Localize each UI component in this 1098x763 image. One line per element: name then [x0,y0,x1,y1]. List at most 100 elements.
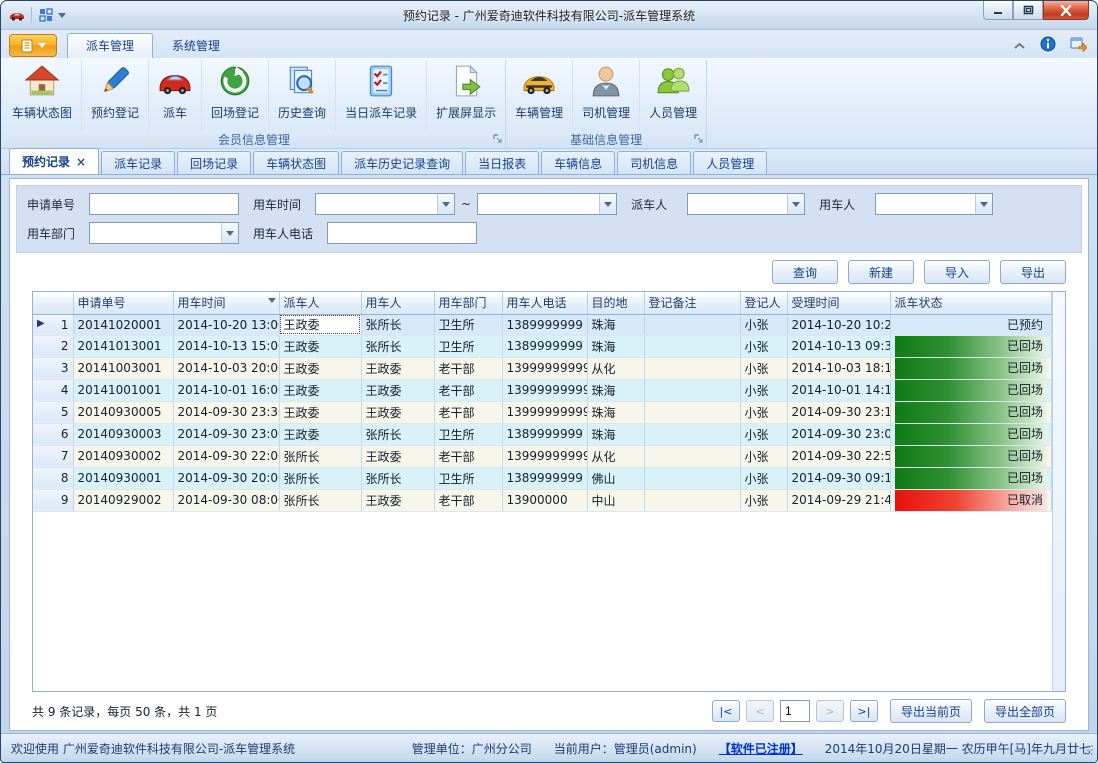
cell-apply-no[interactable]: 20141013001 [73,335,173,357]
doc-tab-driver-info[interactable]: 司机信息 [617,151,691,174]
cell-remark[interactable] [644,314,740,335]
cell-phone[interactable]: 1389999999 [502,423,587,445]
cell-use-time[interactable]: 2014-10-03 20:00 [173,357,279,379]
row-header-cell[interactable]: 7 [33,445,73,467]
last-page-button[interactable]: >| [850,700,878,722]
cell-phone[interactable]: 13999999999 [502,379,587,401]
chevron-down-icon[interactable] [975,194,992,214]
resize-grip-icon[interactable] [1082,744,1094,759]
cell-dispatcher[interactable]: 王政委 [279,401,361,423]
cell-dept[interactable]: 老干部 [434,401,502,423]
cell-destination[interactable]: 中山 [587,489,644,511]
dispatcher-combo[interactable] [687,193,805,215]
cell-registrar[interactable]: 小张 [740,401,787,423]
cell-destination[interactable]: 珠海 [587,379,644,401]
doc-tab-return-records[interactable]: 回场记录 [177,151,251,174]
minimize-button[interactable] [983,1,1013,20]
doc-tab-vehicle-status-map[interactable]: 车辆状态图 [253,151,339,174]
cell-user[interactable]: 王政委 [361,357,434,379]
cell-destination[interactable]: 从化 [587,357,644,379]
cell-dispatcher[interactable]: 王政委 [279,357,361,379]
column-header-apply-no[interactable]: 申请单号 [73,292,173,314]
table-row[interactable]: 8201409300012014-09-30 20:00张所长张所长卫生所138… [33,467,1052,489]
cell-status[interactable]: 已回场 [890,401,1052,423]
reservation-register-button[interactable]: 预约登记 [82,60,149,131]
close-button[interactable] [1043,1,1089,20]
table-row[interactable]: 2201410130012014-10-13 15:00王政委张所长卫生所138… [33,335,1052,357]
cell-status[interactable]: 已回场 [890,467,1052,489]
cell-status[interactable]: 已回场 [890,423,1052,445]
cell-registrar[interactable]: 小张 [740,423,787,445]
cell-accept-time[interactable]: 2014-09-30 09:17 [787,467,890,489]
chevron-up-icon[interactable] [1013,39,1026,53]
cell-apply-no[interactable]: 20140929002 [73,489,173,511]
cell-registrar[interactable]: 小张 [740,335,787,357]
cell-accept-time[interactable]: 2014-09-30 23:14 [787,401,890,423]
cell-accept-time[interactable]: 2014-09-30 23:05 [787,423,890,445]
cell-use-time[interactable]: 2014-09-30 23:00 [173,423,279,445]
column-header-status[interactable]: 派车状态 [890,292,1052,314]
history-query-button[interactable]: 历史查询 [269,60,336,131]
cell-destination[interactable]: 珠海 [587,423,644,445]
info-icon[interactable] [1040,36,1056,55]
chevron-down-icon[interactable] [787,194,804,214]
cell-dept[interactable]: 老干部 [434,357,502,379]
apply-no-input[interactable] [89,193,239,215]
cell-phone[interactable]: 13999999999 [502,357,587,379]
next-page-button[interactable]: > [816,700,844,722]
cell-dispatcher[interactable]: 张所长 [279,467,361,489]
maximize-button[interactable] [1013,1,1043,20]
column-header-registrar[interactable]: 登记人 [740,292,787,314]
cell-apply-no[interactable]: 20141003001 [73,357,173,379]
cell-destination[interactable]: 珠海 [587,335,644,357]
cell-dispatcher[interactable]: 张所长 [279,445,361,467]
cell-apply-no[interactable]: 20140930005 [73,401,173,423]
cell-accept-time[interactable]: 2014-10-03 18:11 [787,357,890,379]
column-header-user[interactable]: 用车人 [361,292,434,314]
cell-registrar[interactable]: 小张 [740,357,787,379]
cell-status[interactable]: 已回场 [890,357,1052,379]
cell-dispatcher[interactable]: 王政委 [279,379,361,401]
dialog-launcher-icon[interactable] [493,132,502,146]
cell-remark[interactable] [644,467,740,489]
cell-remark[interactable] [644,489,740,511]
cell-status[interactable]: 已取消 [890,489,1052,511]
cell-status[interactable]: 已预约 [890,314,1052,335]
first-page-button[interactable]: |< [712,700,740,722]
cell-remark[interactable] [644,401,740,423]
cell-registrar[interactable]: 小张 [740,445,787,467]
cell-use-time[interactable]: 2014-10-13 15:00 [173,335,279,357]
table-row[interactable]: 9201409290022014-09-30 08:00张所长王政委老干部139… [33,489,1052,511]
cell-remark[interactable] [644,357,740,379]
software-registered-link[interactable]: 【软件已注册】 [719,740,803,757]
cell-user[interactable]: 王政委 [361,489,434,511]
row-header-cell[interactable]: 4 [33,379,73,401]
table-row[interactable]: ▶1201410200012014-10-20 13:00王政委张所长卫生所13… [33,314,1052,335]
cell-user[interactable]: 王政委 [361,401,434,423]
cell-dept[interactable]: 老干部 [434,489,502,511]
cell-accept-time[interactable]: 2014-10-20 10:24 [787,314,890,335]
doc-tab-dispatch-history-query[interactable]: 派车历史记录查询 [341,151,463,174]
extended-screen-display-button[interactable]: 扩展屏显示 [427,60,505,131]
return-register-button[interactable]: 回场登记 [202,60,269,131]
column-header-remark[interactable]: 登记备注 [644,292,740,314]
table-row[interactable]: 5201409300052014-09-30 23:30王政委王政委老干部139… [33,401,1052,423]
cell-status[interactable]: 已回场 [890,445,1052,467]
cell-dept[interactable]: 卫生所 [434,335,502,357]
chevron-down-icon[interactable] [221,223,238,243]
cell-destination[interactable]: 珠海 [587,401,644,423]
cell-registrar[interactable]: 小张 [740,489,787,511]
table-row[interactable]: 6201409300032014-09-30 23:00王政委张所长卫生所138… [33,423,1052,445]
cell-accept-time[interactable]: 2014-09-29 21:47 [787,489,890,511]
column-header-dispatcher[interactable]: 派车人 [279,292,361,314]
cell-user[interactable]: 王政委 [361,379,434,401]
row-header-cell[interactable]: 9 [33,489,73,511]
row-header-cell[interactable]: ▶1 [33,314,73,335]
application-menu-button[interactable] [9,34,57,57]
cell-dept[interactable]: 卫生所 [434,314,502,335]
cell-apply-no[interactable]: 20141001001 [73,379,173,401]
ribbon-tab-dispatch-management[interactable]: 派车管理 [67,33,153,58]
export-current-page-button[interactable]: 导出当前页 [890,699,972,723]
chevron-down-icon[interactable] [599,194,616,214]
row-header-cell[interactable]: 3 [33,357,73,379]
